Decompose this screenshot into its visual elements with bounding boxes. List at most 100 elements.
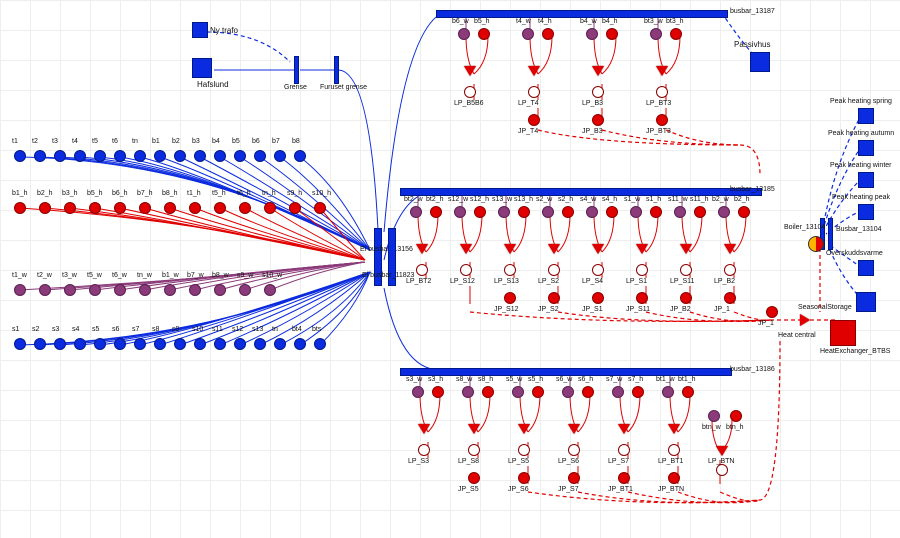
node-s8_w[interactable] bbox=[462, 386, 474, 398]
lp-node-2[interactable] bbox=[518, 444, 530, 456]
node-row2-tn_h[interactable] bbox=[264, 202, 276, 214]
lp-node-4[interactable] bbox=[592, 264, 604, 276]
node-bt2_w[interactable] bbox=[410, 206, 422, 218]
node-row1-t1[interactable] bbox=[14, 150, 26, 162]
node-s4_h[interactable] bbox=[606, 206, 618, 218]
node-bt3_h[interactable] bbox=[670, 28, 682, 40]
node-b5_h[interactable] bbox=[478, 28, 490, 40]
node-row4-s2[interactable] bbox=[34, 338, 46, 350]
node-s3_w[interactable] bbox=[412, 386, 424, 398]
el-busbar-11823[interactable] bbox=[388, 228, 396, 286]
node-row2-b5_h[interactable] bbox=[89, 202, 101, 214]
node-row3-t3_w[interactable] bbox=[64, 284, 76, 296]
node-row4-bts[interactable] bbox=[314, 338, 326, 350]
jp-node-JP_T4[interactable] bbox=[528, 114, 540, 126]
lp-node-2[interactable] bbox=[504, 264, 516, 276]
node-row4-s13[interactable] bbox=[254, 338, 266, 350]
jp-node-JP_BT3[interactable] bbox=[656, 114, 668, 126]
node-btn_h[interactable] bbox=[730, 410, 742, 422]
node-row2-t1_h[interactable] bbox=[189, 202, 201, 214]
node-s2_h[interactable] bbox=[562, 206, 574, 218]
node-row1-b1[interactable] bbox=[154, 150, 166, 162]
node-overskudd-2[interactable] bbox=[856, 292, 876, 312]
pump-b2_w[interactable] bbox=[724, 244, 736, 254]
node-s2_w[interactable] bbox=[542, 206, 554, 218]
node-row4-tn[interactable] bbox=[274, 338, 286, 350]
node-boiler[interactable] bbox=[808, 236, 824, 252]
node-s11_h[interactable] bbox=[694, 206, 706, 218]
jp-node-JP_S7[interactable] bbox=[568, 472, 580, 484]
node-row1-t4[interactable] bbox=[74, 150, 86, 162]
node-peak-winter[interactable] bbox=[858, 172, 874, 188]
node-s5_w[interactable] bbox=[512, 386, 524, 398]
lp-node-3[interactable] bbox=[656, 86, 668, 98]
pump-bt3_w[interactable] bbox=[656, 66, 668, 76]
jp-node-JP_S2[interactable] bbox=[548, 292, 560, 304]
node-row1-b4[interactable] bbox=[214, 150, 226, 162]
node-row3-tn_w[interactable] bbox=[139, 284, 151, 296]
node-b4_h[interactable] bbox=[606, 28, 618, 40]
pump-bt2_w[interactable] bbox=[416, 244, 428, 254]
busbar-mid[interactable] bbox=[400, 188, 762, 196]
node-b2_h[interactable] bbox=[738, 206, 750, 218]
node-peak-peak[interactable] bbox=[858, 204, 874, 220]
lp-node-0[interactable] bbox=[416, 264, 428, 276]
jp-node-JP_1[interactable] bbox=[766, 306, 778, 318]
lp-node-1[interactable] bbox=[528, 86, 540, 98]
pump-s13_w[interactable] bbox=[504, 244, 516, 254]
pump-s2_w[interactable] bbox=[548, 244, 560, 254]
lp-node-1[interactable] bbox=[468, 444, 480, 456]
lp-node-3[interactable] bbox=[548, 264, 560, 276]
pump-s1_w[interactable] bbox=[636, 244, 648, 254]
node-heat-central[interactable] bbox=[830, 320, 856, 346]
jp-node-JP_S12[interactable] bbox=[504, 292, 516, 304]
node-row2-b6_h[interactable] bbox=[114, 202, 126, 214]
lp-node-5[interactable] bbox=[636, 264, 648, 276]
node-row2-b8_h[interactable] bbox=[164, 202, 176, 214]
line-furuset-grense[interactable] bbox=[334, 56, 339, 84]
node-row4-s9[interactable] bbox=[174, 338, 186, 350]
jp-node-JP_S1[interactable] bbox=[592, 292, 604, 304]
node-row1-b6[interactable] bbox=[254, 150, 266, 162]
node-row2-s9_h[interactable] bbox=[289, 202, 301, 214]
lp-node-6[interactable] bbox=[680, 264, 692, 276]
node-row1-b5[interactable] bbox=[234, 150, 246, 162]
jp-node-JP_BTN[interactable] bbox=[668, 472, 680, 484]
pump-s3_w[interactable] bbox=[418, 424, 430, 434]
pump-bt1_w[interactable] bbox=[668, 424, 680, 434]
node-row4-bt4[interactable] bbox=[294, 338, 306, 350]
node-row3-t6_w[interactable] bbox=[114, 284, 126, 296]
node-row3-b1_w[interactable] bbox=[164, 284, 176, 296]
node-s13_w[interactable] bbox=[498, 206, 510, 218]
node-bt1_h[interactable] bbox=[682, 386, 694, 398]
jp-node-JP_B2[interactable] bbox=[680, 292, 692, 304]
node-row4-s5[interactable] bbox=[94, 338, 106, 350]
node-b6_w[interactable] bbox=[458, 28, 470, 40]
lp-node-1[interactable] bbox=[460, 264, 472, 276]
node-row4-s3[interactable] bbox=[54, 338, 66, 350]
source-hafslund[interactable] bbox=[192, 58, 212, 78]
lp-node-2[interactable] bbox=[592, 86, 604, 98]
pump-b4_w[interactable] bbox=[592, 66, 604, 76]
node-row2-b7_h[interactable] bbox=[139, 202, 151, 214]
node-row2-t6_h[interactable] bbox=[239, 202, 251, 214]
node-seasonal-storage[interactable] bbox=[800, 314, 816, 326]
node-overskudd[interactable] bbox=[858, 260, 874, 276]
node-s11_w[interactable] bbox=[674, 206, 686, 218]
node-s4_w[interactable] bbox=[586, 206, 598, 218]
busbar-bot[interactable] bbox=[400, 368, 732, 376]
node-bt1_w[interactable] bbox=[662, 386, 674, 398]
node-s1_h[interactable] bbox=[650, 206, 662, 218]
node-row2-s10_h[interactable] bbox=[314, 202, 326, 214]
node-btn_w[interactable] bbox=[708, 410, 720, 422]
lp-node-5[interactable] bbox=[668, 444, 680, 456]
node-row1-b7[interactable] bbox=[274, 150, 286, 162]
node-bt2_h[interactable] bbox=[430, 206, 442, 218]
source-ny-trafo[interactable] bbox=[192, 22, 208, 38]
diagram-canvas[interactable]: Ny trafo Hafslund Grense Furuset grense … bbox=[0, 0, 900, 538]
pump-s11_w[interactable] bbox=[680, 244, 692, 254]
node-s3_h[interactable] bbox=[432, 386, 444, 398]
node-s8_h[interactable] bbox=[482, 386, 494, 398]
node-row4-s7[interactable] bbox=[134, 338, 146, 350]
lp-node-0[interactable] bbox=[418, 444, 430, 456]
